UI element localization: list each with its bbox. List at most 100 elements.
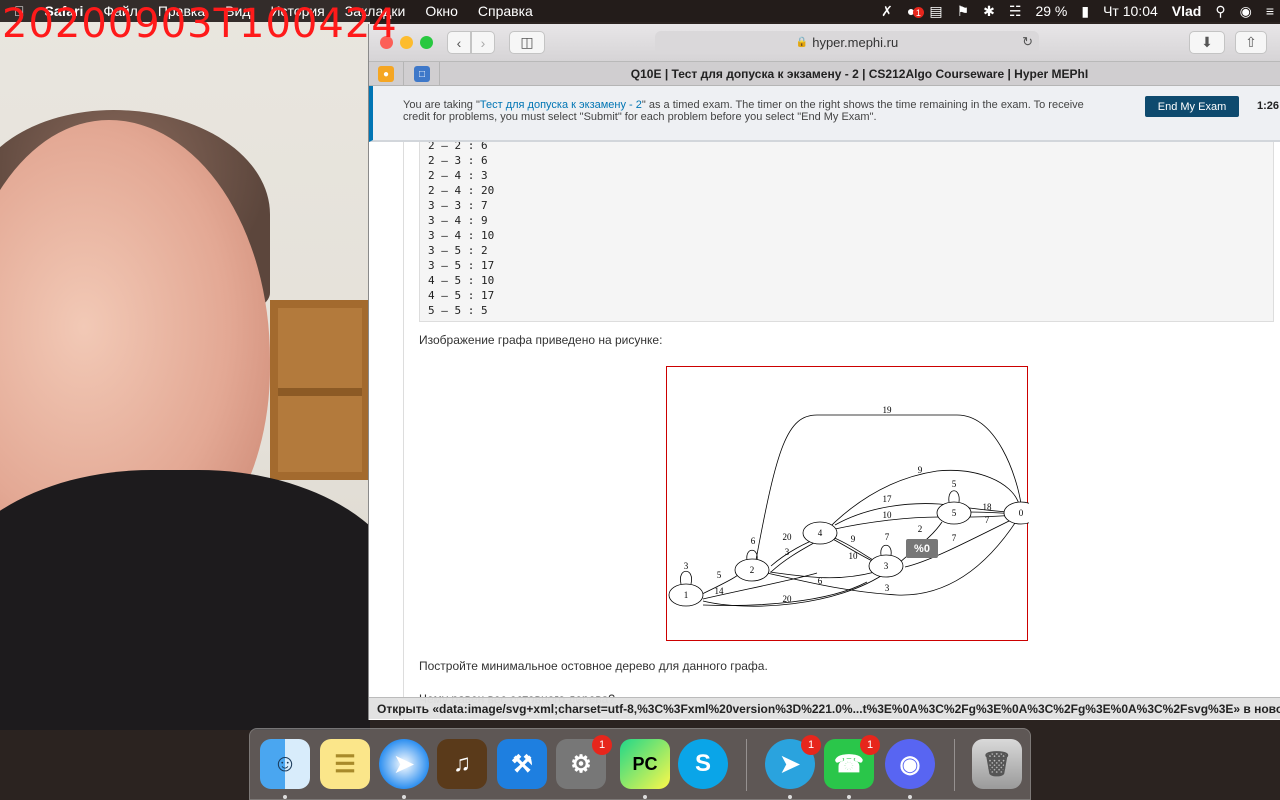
graph-caption: Изображение графа приведено на рисунке: [419, 333, 663, 347]
node-label: 3 [884, 561, 889, 571]
user-name[interactable]: Vlad [1172, 3, 1202, 19]
edge-label: 14 [715, 586, 725, 596]
garageband-icon[interactable]: ♫ [437, 739, 487, 789]
menu-window[interactable]: Окно [415, 3, 468, 19]
link-status-bar: Открыть «data:image/svg+xml;charset=utf-… [369, 697, 1280, 719]
exam-link[interactable]: Тест для допуска к экзамену - 2 [480, 99, 642, 111]
graph-edge [702, 571, 888, 607]
maximize-window-button[interactable] [420, 36, 433, 49]
edge-label: 2 [918, 524, 923, 534]
problem-content: 2 — 2 : 6 2 — 3 : 6 2 — 4 : 3 2 — 4 : 20… [369, 142, 1280, 720]
forward-button[interactable]: › [471, 31, 495, 54]
hover-tooltip: %0 [906, 539, 938, 558]
trash-icon[interactable]: 🗑 [972, 739, 1022, 789]
graph-edge [770, 539, 820, 573]
edge-label: 10 [849, 551, 859, 561]
battery-icon[interactable]: ▮ [1081, 3, 1089, 20]
favicon-2-icon[interactable]: □ [414, 66, 430, 82]
address-bar-url: hyper.mephi.ru [812, 35, 899, 50]
node-label: 5 [952, 508, 957, 518]
menu-help[interactable]: Справка [468, 3, 543, 19]
address-bar[interactable]: 🔒 hyper.mephi.ru ↻ [655, 31, 1039, 54]
edge-list-codebox: 2 — 2 : 6 2 — 3 : 6 2 — 4 : 3 2 — 4 : 20… [419, 142, 1274, 322]
wifi-icon[interactable]: ☵ [1009, 3, 1022, 20]
edge-label: 7 [885, 532, 890, 542]
edge-line: 3 — 4 : 9 [428, 214, 488, 227]
graph-self-loop [680, 570, 692, 585]
edge-line: 5 — 5 : 5 [428, 304, 488, 317]
dock: ☺ ☰ ➤ ♫ ⚒ ⚙ 1 PC S ➤ 1 ☎ 1 ◉ 🗑 [249, 728, 1031, 800]
edge-label: 19 [883, 405, 893, 415]
share-button[interactable]: ⇧ [1235, 31, 1267, 54]
node-label: 0 [1019, 508, 1024, 518]
system-preferences-icon[interactable]: ⚙ 1 [556, 735, 612, 789]
exam-notice-text: You are taking "Тест для допуска к экзам… [403, 99, 1084, 123]
edge-label: 3 [785, 547, 790, 557]
edge-label: 18 [983, 502, 993, 512]
edge-line: 2 — 2 : 6 [428, 142, 488, 152]
node-label: 1 [684, 590, 689, 600]
recording-timestamp: 20200903T100424 [2, 1, 398, 47]
notification-icon[interactable]: ● 1 [907, 3, 924, 19]
message-icon[interactable]: ▤ [929, 3, 942, 20]
edge-label: 7 [985, 515, 990, 525]
exam-timer: 1:26: [1257, 100, 1280, 112]
edge-label: 6 [818, 576, 823, 586]
lock-icon: 🔒 [795, 37, 809, 48]
prefs-badge: 1 [592, 735, 612, 755]
edge-label: 20 [783, 594, 793, 604]
edge-label: 6 [751, 536, 756, 546]
spotlight-search-icon[interactable]: ⚲ [1215, 3, 1225, 20]
finder-icon[interactable]: ☺ [260, 739, 310, 789]
xcode-icon[interactable]: ⚒ [497, 739, 547, 789]
browser-toolbar: ‹ › ◫ 🔒 hyper.mephi.ru ↻ ⬇ ⇧ [369, 24, 1280, 62]
bluetooth-icon[interactable]: ✱ [983, 3, 995, 20]
edge-line: 3 — 5 : 2 [428, 244, 488, 257]
minimize-window-button[interactable] [400, 36, 413, 49]
pycharm-icon[interactable]: PC [620, 739, 670, 789]
mute-icon[interactable]: ✗ [881, 3, 893, 20]
edge-line: 3 — 5 : 17 [428, 259, 495, 272]
favicon-1-icon[interactable]: ● [378, 66, 394, 82]
edge-label: 3 [885, 583, 890, 593]
tab-bar: ● □ Q10E | Тест для допуска к экзамену -… [369, 62, 1280, 86]
facetime-icon[interactable]: ☎ 1 [824, 735, 880, 789]
timed-exam-banner: You are taking "Тест для допуска к экзам… [369, 86, 1280, 142]
edge-line: 2 — 4 : 20 [428, 184, 495, 197]
telegram-icon[interactable]: ➤ 1 [765, 735, 821, 789]
back-button[interactable]: ‹ [447, 31, 471, 54]
sidebar-toggle-button[interactable]: ◫ [509, 31, 545, 54]
bookshelf [270, 300, 370, 480]
flag-us-icon[interactable]: ⚑ [957, 3, 970, 20]
edge-line: 3 — 3 : 7 [428, 199, 488, 212]
active-tab-title[interactable]: Q10E | Тест для допуска к экзамену - 2 |… [439, 67, 1280, 81]
edge-line: 4 — 5 : 10 [428, 274, 495, 287]
edge-line: 2 — 4 : 3 [428, 169, 488, 182]
graph-self-loop [880, 544, 892, 556]
edge-line: 4 — 5 : 17 [428, 289, 495, 302]
reload-icon[interactable]: ↻ [1022, 34, 1033, 50]
edge-line: 3 — 4 : 10 [428, 229, 495, 242]
edge-label: 9 [918, 465, 923, 475]
siri-icon[interactable]: ◉ [1240, 3, 1252, 20]
edge-label: 17 [883, 494, 893, 504]
graph-self-loop [948, 490, 960, 503]
end-exam-button[interactable]: End My Exam [1145, 96, 1239, 117]
notes-icon[interactable]: ☰ [320, 739, 370, 789]
battery-percent[interactable]: 29 % [1035, 3, 1067, 19]
graph-image[interactable]: 1 2 4 3 5 0 19 9 5 17 18 10 7 2 7 6 20 3… [666, 366, 1039, 641]
clock[interactable]: Чт 10:04 [1103, 3, 1158, 19]
edge-label: 20 [783, 532, 793, 542]
control-list-icon[interactable]: ≡ [1266, 3, 1274, 19]
discord-icon[interactable]: ◉ [885, 739, 935, 789]
telegram-badge: 1 [801, 735, 821, 755]
edge-label: 3 [684, 561, 689, 571]
downloads-button[interactable]: ⬇ [1189, 31, 1225, 54]
edge-label: 10 [883, 510, 893, 520]
edge-label: 7 [952, 533, 957, 543]
node-label: 4 [818, 528, 823, 538]
edge-line: 2 — 3 : 6 [428, 154, 488, 167]
safari-icon[interactable]: ➤ [379, 739, 429, 789]
skype-icon[interactable]: S [678, 739, 728, 789]
edge-label: 5 [717, 570, 722, 580]
